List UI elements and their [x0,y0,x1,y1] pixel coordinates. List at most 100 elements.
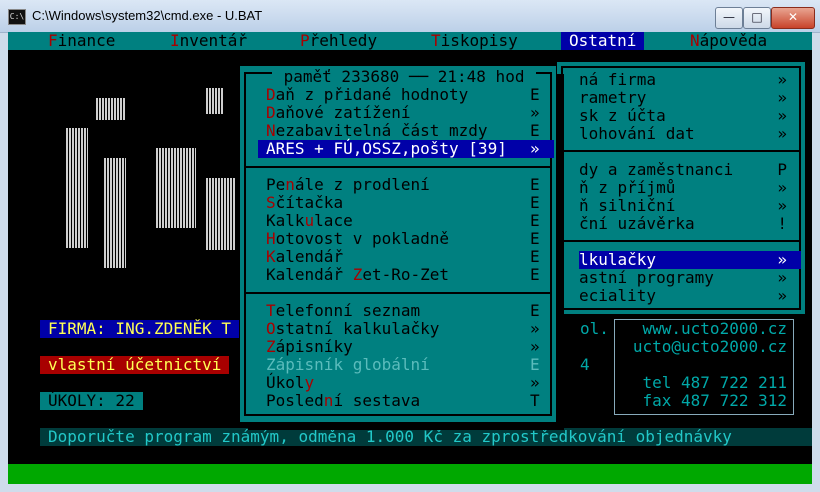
phone-number: tel 487 722 211 [642,373,788,392]
submenu-key: E [530,301,540,320]
submenu-label: Penále z prodlení [266,175,430,194]
submenu-key: » [530,373,540,392]
menu-item-label: eciality [579,286,657,305]
menu-item-key: » [777,106,787,125]
submenu-label: Zápisník globální [266,355,430,374]
submenu-key: » [530,103,540,122]
cmd-icon: C:\ [8,9,26,25]
submenu-key: T [530,391,540,410]
menu-label: iskopisy [440,32,518,50]
submenu-label: Zápisníky [266,337,353,356]
menu-item-label: ční uzávěrka [579,214,695,233]
menu-item[interactable]: lohování dat » [579,125,801,143]
menu-tiskopisy[interactable]: Tiskopisy [431,32,518,50]
menu-item-label: dy a zaměstnanci [579,160,734,179]
company-label: FIRMA: ING.ZDENĚK T [40,320,240,338]
menu-item-key: » [777,286,787,305]
ostatni-menu: ná firma » rametry » sk z účta » lohování d… [556,61,806,315]
submenu-key: » [530,319,540,338]
submenu-label: Kalendář Zet-Ro-Zet [266,265,450,284]
submenu-item[interactable]: Hotovost v pokladně E [258,230,554,248]
menu-label: ápověda [699,32,768,50]
minimize-button[interactable]: — [715,7,743,29]
bottom-message: Doporučte program známým, odměna 1.000 K… [40,428,812,446]
menu-label: řehledy [309,32,378,50]
submenu-item[interactable]: Kalendář E [258,248,554,266]
menu-item-label: rametry [579,88,647,107]
menu-hotkey: T [431,32,441,50]
email-link[interactable]: ucto@ucto2000.cz [633,338,787,356]
menu-item-label: lohování dat [579,124,695,143]
submenu-label: Sčítačka [266,193,344,212]
submenu-key: E [530,211,540,230]
menu-item[interactable]: rametry » [579,89,801,107]
close-button[interactable]: ✕ [771,7,815,29]
submenu-label: Hotovost v pokladně [266,229,450,248]
submenu-key: E [530,229,540,248]
submenu-item[interactable]: Penále z prodlení E [258,176,554,194]
menu-item[interactable]: sk z účta » [579,107,801,125]
submenu-key: E [530,175,540,194]
menu-napoveda[interactable]: Nápověda [690,32,767,50]
submenu-item[interactable]: Kalendář Zet-Ro-Zet E [258,266,554,284]
submenu-item[interactable]: Ostatní kalkulačky » [258,320,554,338]
menu-item-label: astní programy [579,268,714,287]
maximize-button[interactable]: □ [743,7,771,29]
menu-item[interactable]: ň z příjmů » [579,179,801,197]
submenu-key: E [530,85,540,104]
submenu-item[interactable]: Zápisníky » [258,338,554,356]
window-title: C:\Windows\system32\cmd.exe - U.BAT [32,8,263,23]
submenu-label: Nezabavitelná část mzdy [266,121,488,140]
submenu-label: Poslední sestava [266,391,421,410]
menu-item[interactable]: ční uzávěrka! [579,215,801,233]
partial-text: ol. [580,319,609,338]
menu-item[interactable]: ň silniční » [579,197,801,215]
menu-item-key: » [777,70,787,89]
partial-text: 4 [580,355,590,374]
submenu-label: Kalkulace [266,211,353,230]
menu-item-key: P [777,160,787,179]
menu-item[interactable]: dy a zaměstnanci P [579,161,801,179]
menu-ostatni[interactable]: Ostatní [561,32,645,50]
submenu-label: Daňové zatížení [266,103,411,122]
menu-item-key: » [777,178,787,197]
menu-hotkey: O [569,32,579,50]
menu-item-label: lkulačky [579,250,657,269]
submenu-key: E [530,247,540,266]
menu-label: inance [57,32,116,50]
submenu-item[interactable]: Kalkulace E [258,212,554,230]
submenu-key: E [530,121,540,140]
website-link[interactable]: www.ucto2000.cz [643,320,788,338]
menu-item-key: » [777,250,787,269]
menu-item[interactable]: eciality » [579,287,801,305]
submenu-item-selected[interactable]: ARES + FÚ,OSSZ,pošty [39] » [258,140,554,158]
submenu-item[interactable]: Nezabavitelná část mzdy E [258,122,554,140]
submenu-item[interactable]: Daň z přidané hodnoty E [258,86,554,104]
menu-item[interactable]: astní programy » [579,269,801,287]
menu-item-selected[interactable]: lkulačky » [579,251,801,269]
menu-item-label: ň silniční [579,196,676,215]
submenu-label: Ostatní kalkulačky [266,319,440,338]
menu-finance[interactable]: Finance [48,32,115,50]
menu-item-label: sk z účta [579,106,666,125]
console-area: Finance Inventář Přehledy Tiskopisy Osta… [8,32,812,484]
menu-item-key: » [777,268,787,287]
menu-label: nventář [179,32,248,50]
submenu-label: Kalendář [266,247,344,266]
submenu-item[interactable]: Daňové zatížení » [258,104,554,122]
submenu-item[interactable]: Poslední sestava T [258,392,554,410]
submenu-label: Telefonní seznam [266,301,421,320]
menu-inventar[interactable]: Inventář [170,32,247,50]
submenu-item[interactable]: Úkoly » [258,374,554,392]
menu-prehledy[interactable]: Přehledy [300,32,377,50]
submenu-item[interactable]: Sčítačka E [258,194,554,212]
fax-number: fax 487 722 312 [642,391,788,410]
menu-item[interactable]: ná firma » [579,71,801,89]
tasks-count[interactable]: ÚKOLY: 22 [40,392,143,410]
submenu-item-disabled: Zápisník globální E [258,356,554,374]
menu-item-label: ná firma [579,70,657,89]
submenu-item[interactable]: Telefonní seznam E [258,302,554,320]
menu-item-key: » [777,88,787,107]
menu-bar: Finance Inventář Přehledy Tiskopisy Osta… [8,32,812,50]
accounting-type-label: vlastní účetnictví [40,356,230,374]
